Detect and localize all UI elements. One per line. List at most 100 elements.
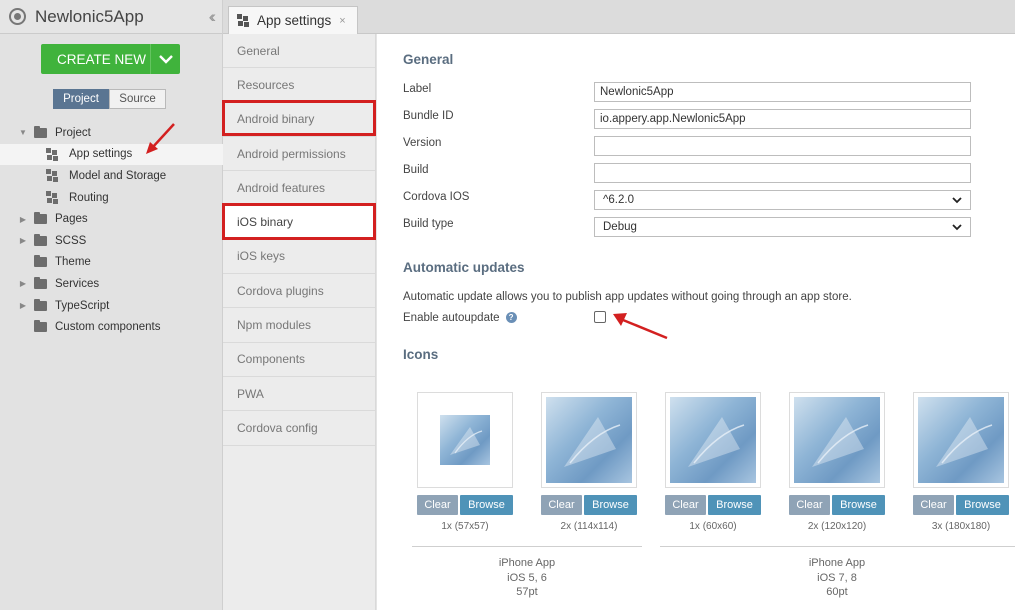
tree-item-services[interactable]: ▶ Services (0, 273, 223, 295)
view-toggle: Project Source (53, 89, 166, 109)
tree-item-label: Services (55, 277, 100, 290)
browse-button[interactable]: Browse (708, 495, 761, 515)
annotation-arrow-autoupdate (613, 313, 668, 340)
menu-item-android-permissions[interactable]: Android permissions (223, 137, 375, 172)
expanded-caret-icon[interactable]: ▼ (18, 128, 28, 137)
cordova-ios-label: Cordova IOS (403, 191, 470, 203)
tree-item-label: App settings (69, 148, 133, 161)
clear-button[interactable]: Clear (541, 495, 582, 515)
collapsed-caret-icon[interactable]: ▶ (18, 301, 28, 310)
settings-page-icon (46, 169, 59, 183)
label-input[interactable]: Newlonic5App (594, 82, 971, 102)
project-tree: ▼ Project App settings Model and Storage… (0, 122, 223, 338)
menu-item-components[interactable]: Components (223, 343, 375, 377)
group-divider (660, 546, 1015, 547)
settings-page-icon (237, 14, 250, 27)
tree-item-label: Custom components (55, 321, 161, 334)
build-type-select[interactable]: Debug (594, 217, 971, 237)
icon-preview (670, 397, 756, 483)
cordova-ios-select[interactable]: ^6.2.0 (594, 190, 971, 210)
menu-item-android-features[interactable]: Android features (223, 171, 375, 206)
browse-button[interactable]: Browse (832, 495, 885, 515)
highlight-box-ios-binary (222, 203, 376, 240)
build-type-value: Debug (603, 221, 637, 233)
tree-item-custom-components[interactable]: Custom components (0, 316, 223, 338)
tree-item-label: Pages (55, 213, 88, 226)
tab-app-settings[interactable]: App settings × (228, 6, 358, 34)
tree-item-pages[interactable]: ▶ Pages (0, 208, 223, 230)
folder-icon (34, 255, 47, 268)
group-device: iPhone App (498, 557, 556, 569)
browse-button[interactable]: Browse (460, 495, 513, 515)
icon-group-label-ios56: iPhone App iOS 5, 6 57pt (412, 556, 642, 600)
clear-button[interactable]: Clear (789, 495, 830, 515)
build-label: Build (403, 164, 429, 176)
close-icon[interactable]: × (339, 15, 345, 27)
project-view-button[interactable]: Project (53, 89, 109, 109)
tree-item-label: Project (55, 126, 91, 139)
tree-item-label: Routing (69, 191, 109, 204)
automatic-updates-description: Automatic update allows you to publish a… (403, 291, 852, 303)
app-header: Newlonic5App ‹‹ (0, 0, 222, 34)
clear-button[interactable]: Clear (665, 495, 706, 515)
settings-page-icon (46, 147, 59, 161)
tab-label: App settings (257, 13, 332, 28)
menu-item-general[interactable]: General (223, 34, 375, 69)
annotation-arrow-app-settings (146, 123, 175, 154)
chevron-down-icon (952, 223, 962, 230)
menu-item-ios-keys[interactable]: iOS keys (223, 240, 375, 275)
icon-preview (918, 397, 1004, 483)
folder-icon (34, 298, 47, 311)
browse-button[interactable]: Browse (956, 495, 1009, 515)
icon-size-label: 2x (120x120) (807, 521, 867, 532)
create-new-button[interactable]: CREATE NEW (41, 44, 180, 74)
clear-button[interactable]: Clear (417, 495, 458, 515)
chevron-down-icon (952, 196, 962, 203)
folder-icon (34, 233, 47, 246)
tree-item-label: Theme (55, 256, 91, 269)
tree-item-project[interactable]: ▼ Project (0, 122, 223, 144)
collapsed-caret-icon[interactable]: ▶ (18, 279, 28, 288)
tree-item-theme[interactable]: Theme (0, 252, 223, 274)
cordova-ios-value: ^6.2.0 (603, 194, 634, 206)
tree-item-scss[interactable]: ▶ SCSS (0, 230, 223, 252)
collapse-panel-icon[interactable]: ‹‹ (209, 7, 217, 27)
menu-item-pwa[interactable]: PWA (223, 377, 375, 412)
menu-item-cordova-config[interactable]: Cordova config (223, 411, 375, 446)
version-input[interactable] (594, 136, 971, 156)
group-divider (412, 546, 642, 547)
chevron-down-icon[interactable] (150, 44, 180, 74)
bundle-id-input[interactable]: io.appery.app.Newlonic5App (594, 109, 971, 129)
source-view-button[interactable]: Source (109, 89, 166, 109)
enable-autoupdate-checkbox[interactable] (594, 311, 606, 323)
group-os: iOS 5, 6 (507, 571, 547, 584)
group-points: 57pt (516, 586, 538, 598)
app-logo-icon (9, 8, 26, 25)
icon-group-label-ios78: iPhone App iOS 7, 8 60pt (722, 556, 952, 600)
automatic-updates-heading: Automatic updates (403, 260, 525, 275)
collapsed-caret-icon[interactable]: ▶ (18, 236, 28, 245)
tree-item-app-settings[interactable]: App settings (0, 143, 223, 166)
build-type-label: Build type (403, 218, 454, 230)
icon-size-label: 3x (180x180) (931, 521, 991, 532)
clear-button[interactable]: Clear (913, 495, 954, 515)
icon-size-label: 1x (57x57) (441, 521, 489, 532)
menu-item-cordova-plugins[interactable]: Cordova plugins (223, 274, 375, 309)
tree-item-typescript[interactable]: ▶ TypeScript (0, 295, 223, 317)
settings-page-icon (46, 191, 59, 205)
folder-icon (34, 212, 47, 225)
version-label: Version (403, 137, 442, 149)
menu-item-resources[interactable]: Resources (223, 68, 375, 103)
tree-item-routing[interactable]: Routing (0, 187, 223, 209)
menu-item-npm-modules[interactable]: Npm modules (223, 308, 375, 343)
help-icon[interactable]: ? (505, 312, 517, 324)
tree-item-model-and-storage[interactable]: Model and Storage (0, 165, 223, 187)
build-input[interactable] (594, 163, 971, 183)
create-new-label: CREATE NEW (57, 51, 147, 67)
general-heading: General (403, 52, 454, 67)
collapsed-caret-icon[interactable]: ▶ (18, 215, 28, 224)
label-field-label: Label (403, 83, 432, 95)
browse-button[interactable]: Browse (584, 495, 637, 515)
icon-preview (546, 397, 632, 483)
tree-item-label: TypeScript (55, 299, 110, 312)
